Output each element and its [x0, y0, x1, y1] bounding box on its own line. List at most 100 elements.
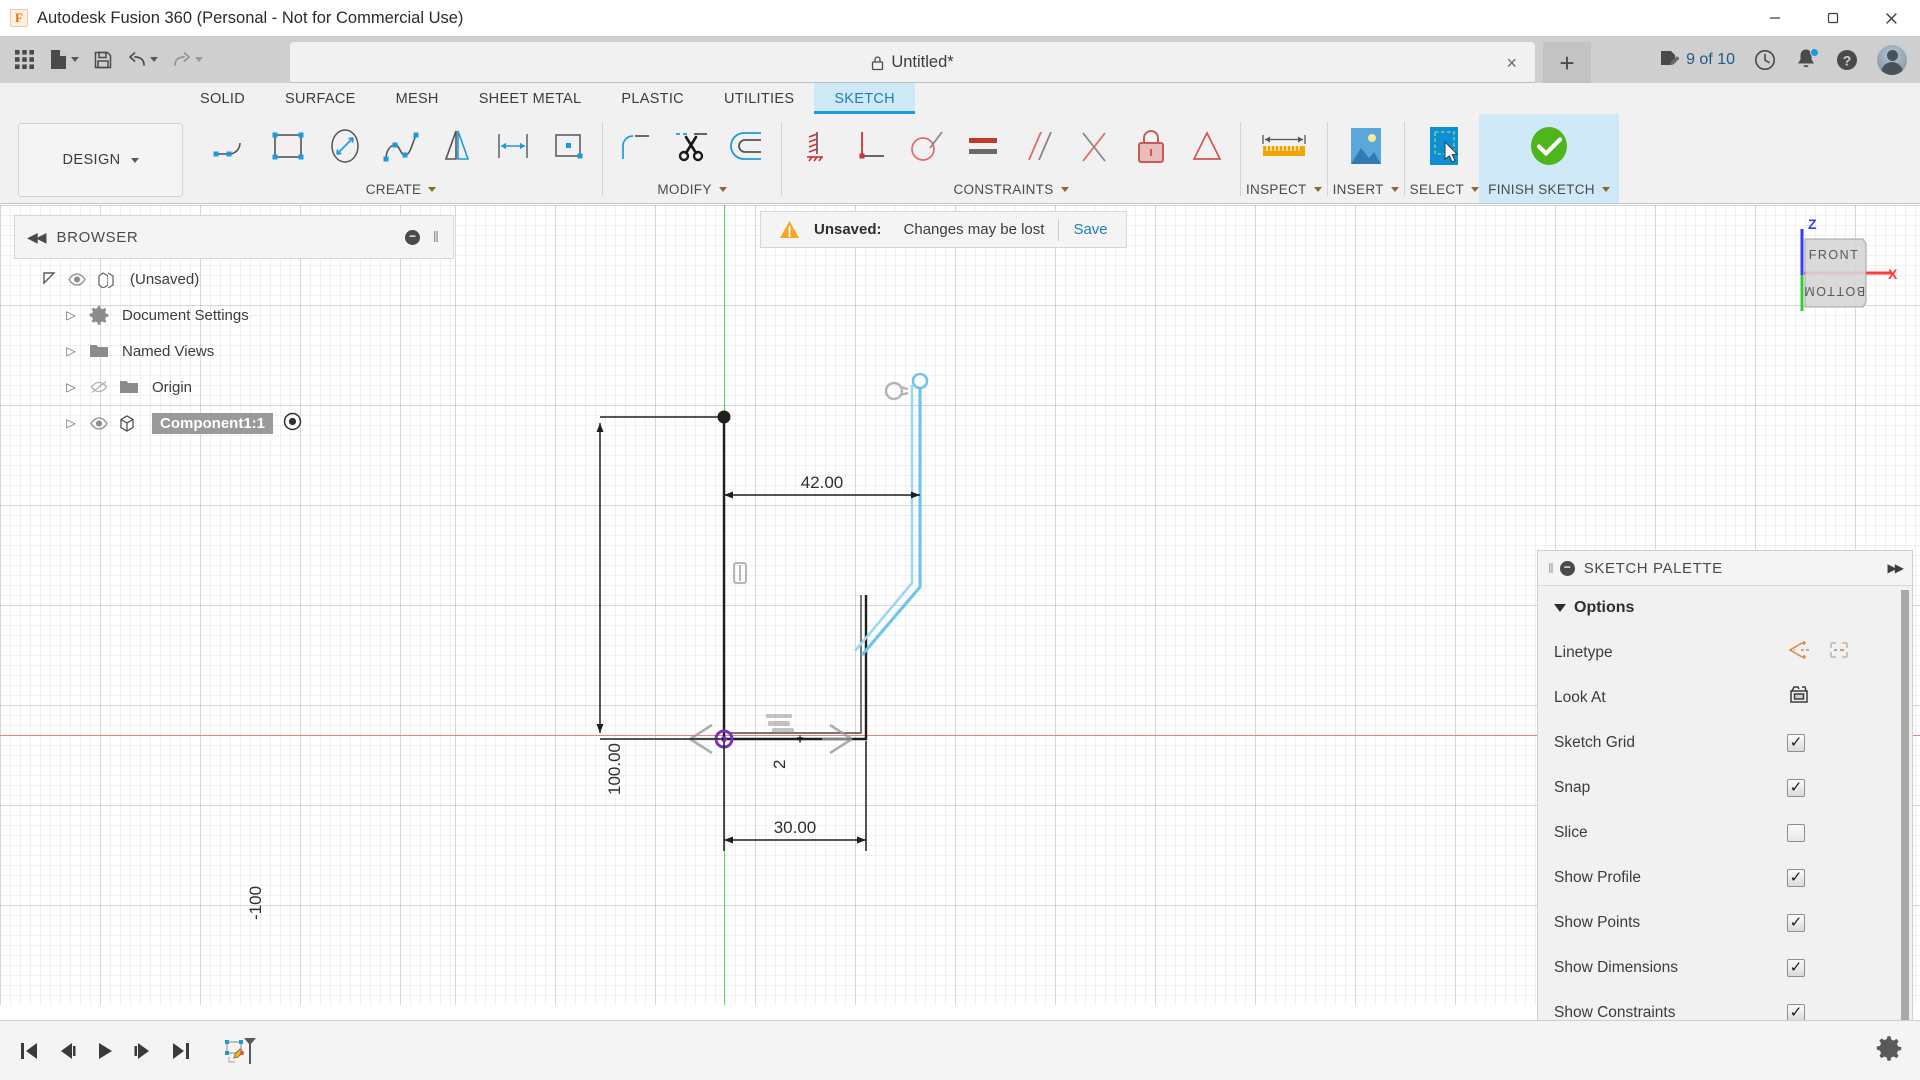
equal-constraint-icon[interactable]	[955, 117, 1011, 175]
look-at-icon[interactable]	[1787, 684, 1811, 711]
ribbon-panel-finish-sketch[interactable]: FINISH SKETCH	[1479, 114, 1619, 203]
finish-sketch-panel-label[interactable]: FINISH SKETCH	[1488, 178, 1610, 200]
redo-icon[interactable]	[166, 42, 209, 78]
symmetry-constraint-icon[interactable]	[1179, 117, 1235, 175]
history-button[interactable]	[1746, 40, 1784, 80]
ellipse-icon[interactable]	[317, 117, 373, 175]
constraints-panel-label[interactable]: CONSTRAINTS	[953, 178, 1069, 200]
workspace-switcher-button[interactable]: DESIGN	[18, 123, 183, 197]
chevron-down-icon	[718, 186, 727, 192]
trim-scissors-icon[interactable]	[664, 117, 720, 175]
rectangle-icon[interactable]	[261, 117, 317, 175]
line-icon[interactable]	[205, 117, 261, 175]
undo-icon[interactable]	[121, 42, 164, 78]
show-points-checkbox[interactable]: ✓	[1787, 913, 1805, 932]
minimize-button[interactable]	[1746, 0, 1804, 36]
user-account-button[interactable]	[1870, 40, 1914, 80]
show-constraints-checkbox[interactable]: ✓	[1787, 1003, 1805, 1022]
eye-visible-icon[interactable]	[62, 272, 92, 286]
ribbon-tab-solid[interactable]: SOLID	[180, 83, 265, 114]
ribbon-tab-sketch[interactable]: SKETCH	[814, 83, 915, 114]
go-to-end-icon[interactable]	[162, 1029, 200, 1073]
collapsed-arrow-icon[interactable]: ▷	[58, 380, 84, 394]
collapsed-arrow-icon[interactable]: ▷	[58, 344, 84, 358]
insert-panel-label[interactable]: INSERT	[1333, 178, 1399, 200]
collapsed-arrow-icon[interactable]: ▷	[58, 308, 84, 322]
go-to-beginning-icon[interactable]	[10, 1029, 48, 1073]
step-back-icon[interactable]	[48, 1029, 86, 1073]
collapse-left-icon[interactable]: ◀◀	[27, 229, 46, 246]
save-icon[interactable]	[87, 42, 119, 78]
create-panel-label[interactable]: CREATE	[366, 178, 437, 200]
palette-row-show-points: Show Points ✓	[1538, 900, 1912, 945]
work-area: -100 100.00 42.00 30.00 2 Unsaved: Chang…	[0, 205, 1920, 1080]
tangent-constraint-icon[interactable]	[899, 117, 955, 175]
document-tab[interactable]: Untitled* ×	[290, 42, 1535, 83]
measure-ruler-icon[interactable]	[1253, 117, 1315, 175]
sketch-grid-checkbox[interactable]: ✓	[1787, 733, 1805, 752]
tree-node-unsaved[interactable]: (Unsaved)	[14, 261, 454, 297]
ribbon-tab-plastic[interactable]: PLASTIC	[601, 83, 704, 114]
expand-right-icon[interactable]: ▶▶	[1888, 561, 1905, 575]
show-profile-checkbox[interactable]: ✓	[1787, 868, 1805, 887]
insert-image-icon[interactable]	[1335, 117, 1397, 175]
save-link[interactable]: Save	[1073, 221, 1107, 238]
centerline-linetype-icon[interactable]	[1827, 639, 1851, 666]
tree-node-origin[interactable]: ▷ Origin	[14, 369, 454, 405]
ribbon-tab-sheet-metal[interactable]: SHEET METAL	[459, 83, 602, 114]
show-dimensions-checkbox[interactable]: ✓	[1787, 958, 1805, 977]
settings-gear-icon[interactable]	[1876, 1035, 1902, 1066]
maximize-button[interactable]	[1804, 0, 1862, 36]
midpoint-constraint-icon[interactable]	[1067, 117, 1123, 175]
expanded-arrow-icon[interactable]	[36, 271, 62, 288]
inspect-panel-label[interactable]: INSPECT	[1246, 178, 1322, 200]
new-file-icon[interactable]	[43, 42, 85, 78]
minus-circle-icon[interactable]: −	[1559, 560, 1575, 576]
tree-node-label: Document Settings	[122, 306, 249, 324]
snap-checkbox[interactable]: ✓	[1787, 778, 1805, 797]
tree-node-named-views[interactable]: ▷ Named Views	[14, 333, 454, 369]
ribbon-tab-mesh[interactable]: MESH	[376, 83, 459, 114]
slice-checkbox[interactable]: ✓	[1787, 823, 1805, 842]
collapsed-arrow-icon[interactable]: ▷	[58, 416, 84, 430]
eye-visible-icon[interactable]	[84, 416, 114, 430]
eye-hidden-icon[interactable]	[84, 380, 114, 394]
green-check-icon[interactable]	[1518, 117, 1580, 175]
close-button[interactable]	[1862, 0, 1920, 36]
help-button[interactable]: ?	[1828, 40, 1866, 80]
notifications-button[interactable]	[1788, 40, 1824, 80]
spline-icon[interactable]	[373, 117, 429, 175]
tree-node-component1[interactable]: ▷ Component1:1	[14, 405, 454, 441]
tree-node-document-settings[interactable]: ▷ Document Settings	[14, 297, 454, 333]
parallel-constraint-icon[interactable]	[1011, 117, 1067, 175]
grip-icon[interactable]: ‖	[1548, 560, 1554, 576]
credits-indicator[interactable]: 9 of 10	[1652, 40, 1742, 80]
select-panel-label[interactable]: SELECT	[1410, 178, 1479, 200]
document-tab-close-button[interactable]: ×	[1506, 54, 1517, 72]
ribbon-tab-utilities[interactable]: UTILITIES	[704, 83, 814, 114]
sketch-dimension-icon[interactable]	[485, 117, 541, 175]
activate-component-radio[interactable]	[283, 412, 302, 435]
horizontal-vertical-constraint-icon[interactable]	[787, 117, 843, 175]
grip-icon[interactable]: ‖	[433, 229, 439, 246]
fillet-icon[interactable]	[608, 117, 664, 175]
sketch-feature-icon[interactable]	[220, 1029, 258, 1073]
construction-linetype-icon[interactable]	[1787, 639, 1811, 666]
rectangular-pattern-icon[interactable]	[541, 117, 597, 175]
palette-scrollbar-thumb[interactable]	[1901, 590, 1909, 1020]
options-section-header[interactable]: Options	[1538, 586, 1912, 630]
view-cube[interactable]: Z X FRONT BOTTOM	[1768, 215, 1898, 325]
offset-icon[interactable]	[720, 117, 776, 175]
minus-circle-icon[interactable]: −	[405, 229, 420, 245]
ribbon-tab-surface[interactable]: SURFACE	[265, 83, 376, 114]
palette-scrollbar[interactable]	[1901, 590, 1909, 1076]
new-tab-button[interactable]: +	[1543, 42, 1591, 83]
step-forward-icon[interactable]	[124, 1029, 162, 1073]
mirror-icon[interactable]	[429, 117, 485, 175]
play-icon[interactable]	[86, 1029, 124, 1073]
fix-unfix-icon[interactable]	[1123, 117, 1179, 175]
modify-panel-label[interactable]: MODIFY	[657, 178, 727, 200]
perpendicular-constraint-icon[interactable]	[843, 117, 899, 175]
select-window-icon[interactable]	[1413, 117, 1475, 175]
app-grid-icon[interactable]	[8, 42, 41, 78]
